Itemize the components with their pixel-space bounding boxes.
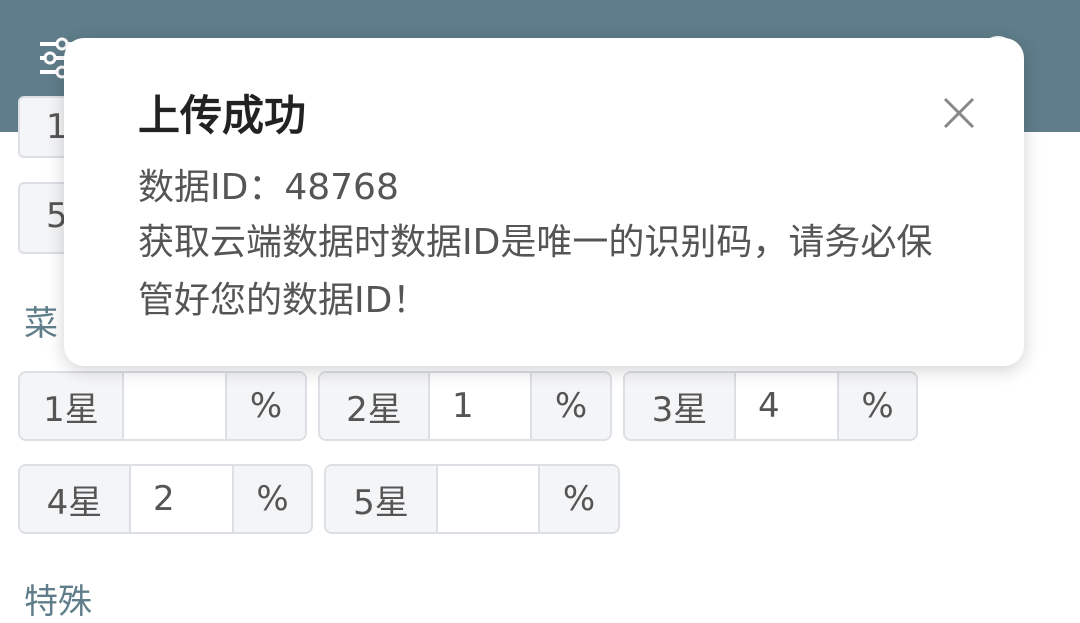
star-input-group-5: 5星 % bbox=[324, 464, 620, 534]
upload-success-dialog: 上传成功 数据ID：48768 获取云端数据时数据ID是唯一的识别码，请务必保管… bbox=[64, 38, 1024, 366]
percent-suffix-5: % bbox=[540, 466, 618, 532]
percent-suffix-4: % bbox=[234, 466, 311, 532]
star-input-2[interactable]: 1 bbox=[430, 373, 532, 439]
percent-suffix-2: % bbox=[532, 373, 610, 439]
star-input-group-4: 4星 2 % bbox=[18, 464, 313, 534]
dialog-message: 获取云端数据时数据ID是唯一的识别码，请务必保管好您的数据ID！ bbox=[138, 222, 933, 321]
star-label-4: 4星 bbox=[20, 466, 131, 532]
dialog-title: 上传成功 bbox=[138, 91, 307, 140]
section-label-dish: 菜 bbox=[24, 304, 58, 344]
percent-suffix-3: % bbox=[839, 373, 916, 439]
star-label-5: 5星 bbox=[326, 466, 438, 532]
star-input-5[interactable] bbox=[438, 466, 540, 532]
star-input-group-1: 1星 % bbox=[18, 371, 307, 441]
star-label-2: 2星 bbox=[320, 373, 430, 439]
close-icon[interactable] bbox=[940, 94, 978, 132]
star-input-4[interactable]: 2 bbox=[131, 466, 234, 532]
star-input-group-2: 2星 1 % bbox=[318, 371, 612, 441]
star-input-group-3: 3星 4 % bbox=[623, 371, 918, 441]
star-label-3: 3星 bbox=[625, 373, 736, 439]
section-label-special: 特殊 bbox=[24, 582, 92, 622]
percent-suffix-1: % bbox=[227, 373, 305, 439]
star-input-3[interactable]: 4 bbox=[736, 373, 839, 439]
star-label-1: 1星 bbox=[20, 373, 124, 439]
star-input-1[interactable] bbox=[124, 373, 227, 439]
data-id-text: 数据ID：48768 bbox=[138, 167, 399, 208]
